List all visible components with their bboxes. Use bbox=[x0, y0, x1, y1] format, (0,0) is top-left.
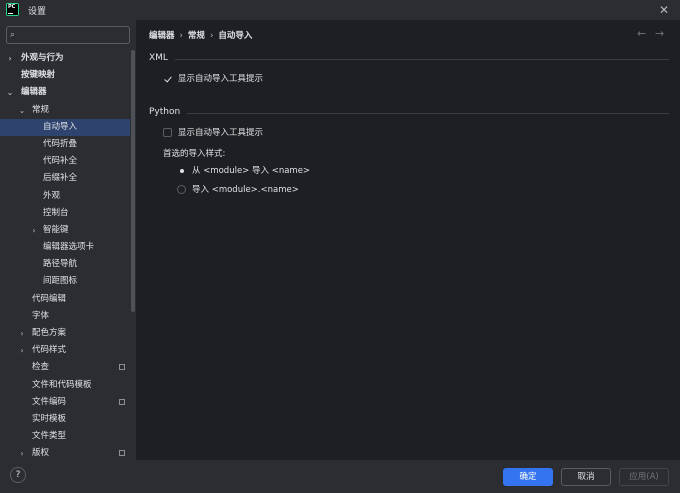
sidebar-item-label: 配色方案 bbox=[32, 328, 67, 338]
apply-button[interactable]: 应用(A) bbox=[619, 468, 669, 486]
radio-button[interactable] bbox=[177, 184, 186, 194]
search-box[interactable]: ⌕ bbox=[6, 26, 130, 44]
forward-arrow-icon[interactable]: → bbox=[655, 27, 664, 40]
sidebar-item-label: 编辑器选项卡 bbox=[43, 242, 95, 253]
chevron-right-icon: › bbox=[179, 31, 183, 41]
sidebar-item[interactable]: 代码折叠 bbox=[0, 136, 130, 153]
chevron-right-icon[interactable]: › bbox=[18, 445, 26, 462]
sidebar-item[interactable]: 文件编码 bbox=[0, 394, 130, 411]
search-icon: ⌕ bbox=[10, 30, 16, 40]
project-scope-icon bbox=[119, 364, 125, 371]
chevron-right-icon: › bbox=[209, 31, 214, 41]
breadcrumb: 编辑器 › 常规 › 自动导入 bbox=[149, 29, 252, 41]
sidebar-item[interactable]: ⌄ 常规 bbox=[0, 102, 130, 119]
sidebar-item-label: 文件类型 bbox=[32, 431, 67, 442]
dialog-footer: 确定 取消 应用(A) bbox=[136, 460, 680, 493]
sidebar-item-label: 路径导航 bbox=[43, 259, 78, 270]
back-arrow-icon[interactable]: ← bbox=[637, 27, 646, 40]
sidebar-item[interactable]: 自动导入 bbox=[0, 118, 130, 136]
python-show-tooltip-label: 显示自动导入工具提示 bbox=[178, 128, 264, 138]
import-style-option-label: 从 <module> 导入 <name> bbox=[192, 166, 311, 176]
sidebar-item[interactable]: 文件类型 bbox=[0, 428, 130, 445]
sidebar-item-label: 实时模板 bbox=[32, 413, 67, 424]
python-section-title: Python bbox=[149, 107, 181, 117]
sidebar-item[interactable]: › 配色方案 bbox=[0, 325, 130, 342]
sidebar-item-label: 间距图标 bbox=[43, 276, 78, 287]
close-icon[interactable]: ✕ bbox=[656, 2, 672, 18]
sidebar-item[interactable]: 实时模板 bbox=[0, 411, 130, 428]
chevron-right-icon[interactable]: › bbox=[6, 50, 14, 67]
sidebar-item-label: 常规 bbox=[32, 104, 50, 115]
sidebar-item[interactable]: 代码编辑 bbox=[0, 291, 130, 308]
settings-content: 编辑器 › 常规 › 自动导入 ← → XML 显示自动导入工具提示 Python 显示… bbox=[136, 20, 680, 460]
chevron-down-icon[interactable]: ⌄ bbox=[18, 102, 26, 119]
xml-show-tooltip-checkbox[interactable] bbox=[163, 74, 172, 83]
window-title: 设置 bbox=[28, 7, 47, 17]
sidebar-item-label: 文件和代码模板 bbox=[32, 379, 92, 390]
sidebar-item-label: 后缀补全 bbox=[43, 173, 78, 184]
sidebar-item[interactable]: 按键映射 bbox=[0, 67, 130, 84]
import-style-option-from[interactable]: 从 <module> 导入 <name> bbox=[177, 163, 310, 177]
section-divider bbox=[175, 59, 669, 60]
sidebar-item[interactable]: 代码补全 bbox=[0, 153, 130, 170]
app-logo-icon: PC bbox=[6, 3, 19, 16]
sidebar-item[interactable]: › 外观与行为 bbox=[0, 50, 130, 67]
import-style-option-label: 导入 <module>.<name> bbox=[192, 185, 299, 195]
search-input[interactable] bbox=[25, 28, 125, 42]
xml-show-tooltip-label: 显示自动导入工具提示 bbox=[178, 74, 264, 84]
sidebar-item[interactable]: 文件和代码模板 bbox=[0, 377, 130, 394]
sidebar-item-label: 版权 bbox=[32, 448, 50, 459]
chevron-right-icon[interactable]: › bbox=[18, 325, 26, 342]
python-show-tooltip-checkbox-row[interactable]: 显示自动导入工具提示 bbox=[163, 125, 263, 139]
chevron-right-icon[interactable]: › bbox=[18, 342, 26, 359]
sidebar-item-label: 控制台 bbox=[43, 207, 69, 218]
sidebar-scrollbar[interactable] bbox=[131, 50, 135, 312]
chevron-down-icon[interactable]: ⌄ bbox=[6, 84, 14, 101]
sidebar-item[interactable]: 路径导航 bbox=[0, 256, 130, 273]
sidebar-item[interactable]: 检查 bbox=[0, 359, 130, 376]
settings-sidebar: ⌕ › 外观与行为按键映射 ⌄ 编辑器 ⌄ 常规自动导入代码折叠代码补全后缀补全外观控制台… bbox=[0, 20, 136, 460]
breadcrumb-item-general[interactable]: 常规 bbox=[188, 29, 205, 41]
chevron-right-icon[interactable]: › bbox=[30, 222, 38, 239]
sidebar-item-label: 按键映射 bbox=[21, 70, 56, 81]
sidebar-item[interactable]: ⌄ 编辑器 bbox=[0, 84, 130, 101]
help-button[interactable]: ? bbox=[10, 467, 26, 483]
settings-tree: › 外观与行为按键映射 ⌄ 编辑器 ⌄ 常规自动导入代码折叠代码补全后缀补全外观控制台 › 智… bbox=[0, 50, 130, 463]
sidebar-item-label: 外观与行为 bbox=[21, 53, 64, 63]
title-bar: PC 设置 ✕ bbox=[0, 0, 680, 20]
sidebar-item[interactable]: 外观 bbox=[0, 188, 130, 205]
sidebar-item-label: 代码折叠 bbox=[43, 138, 78, 149]
sidebar-item-label: 外观 bbox=[43, 190, 61, 201]
sidebar-item[interactable]: › 智能键 bbox=[0, 222, 130, 239]
project-scope-icon bbox=[119, 398, 125, 405]
sidebar-item[interactable]: 间距图标 bbox=[0, 273, 130, 290]
sidebar-item-label: 智能键 bbox=[43, 224, 69, 235]
sidebar-item[interactable]: 字体 bbox=[0, 308, 130, 325]
sidebar-item-label: 检查 bbox=[32, 362, 50, 373]
sidebar-item-label: 编辑器 bbox=[21, 87, 47, 98]
sidebar-item[interactable]: › 代码样式 bbox=[0, 342, 130, 359]
sidebar-item-label: 文件编码 bbox=[32, 396, 67, 407]
breadcrumb-item-editor[interactable]: 编辑器 bbox=[149, 29, 175, 41]
preferred-import-style-label: 首选的导入样式: bbox=[163, 149, 226, 159]
sidebar-item[interactable]: 编辑器选项卡 bbox=[0, 239, 130, 256]
cancel-button[interactable]: 取消 bbox=[561, 468, 611, 486]
xml-section-title: XML bbox=[149, 53, 168, 63]
sidebar-item-label: 代码编辑 bbox=[32, 293, 67, 304]
radio-button[interactable] bbox=[177, 166, 186, 175]
import-style-option-import[interactable]: 导入 <module>.<name> bbox=[177, 182, 299, 196]
sidebar-item[interactable]: 控制台 bbox=[0, 205, 130, 222]
sidebar-item[interactable]: 后缀补全 bbox=[0, 170, 130, 187]
section-divider bbox=[187, 113, 669, 114]
breadcrumb-item-auto-import: 自动导入 bbox=[218, 31, 253, 41]
sidebar-item[interactable]: › 版权 bbox=[0, 445, 130, 462]
ok-button[interactable]: 确定 bbox=[503, 468, 553, 486]
python-show-tooltip-checkbox[interactable] bbox=[163, 127, 172, 137]
sidebar-item-label: 代码补全 bbox=[43, 156, 78, 167]
project-scope-icon bbox=[119, 450, 125, 457]
sidebar-item-label: 代码样式 bbox=[32, 345, 67, 356]
sidebar-item-label: 字体 bbox=[32, 310, 50, 321]
sidebar-item-label: 自动导入 bbox=[43, 121, 78, 132]
xml-show-tooltip-checkbox-row[interactable]: 显示自动导入工具提示 bbox=[163, 71, 263, 85]
